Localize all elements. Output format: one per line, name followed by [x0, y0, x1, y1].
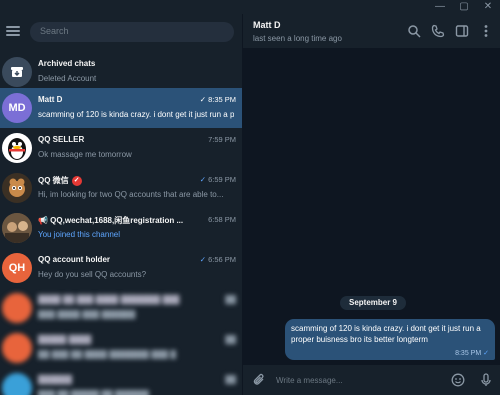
penguin-icon	[2, 133, 32, 163]
chat-time: ✓ 6:56 PM	[199, 255, 236, 264]
chat-preview: ███ ██ █████ ██ ██████	[38, 390, 149, 395]
chat-item-matt-d[interactable]: MD Matt D ✓ 8:35 PM scamming of 120 is ki…	[0, 88, 242, 128]
chat-time: ✓ 6:59 PM	[199, 175, 236, 184]
chat-time: ██	[225, 375, 236, 384]
chat-item-blurred[interactable]: █████ ████ ██ ██ ███ ██ ████ ███████ ███…	[0, 328, 242, 368]
message-composer: Write a message...	[243, 366, 500, 395]
search-placeholder: Search	[40, 26, 69, 36]
avatar	[2, 213, 32, 243]
chat-preview: You joined this channel	[38, 230, 120, 239]
attach-icon[interactable]	[252, 373, 266, 387]
avatar	[2, 333, 32, 363]
chat-preview: ██ ███ ██ ████ ███████ ███ █	[38, 350, 177, 359]
date-separator: September 9	[340, 296, 406, 310]
chat-item-blurred[interactable]: ██████ ██ ███ ██ █████ ██ ██████	[0, 368, 242, 395]
chat-name: ██████	[38, 375, 73, 384]
chat-name: Matt D	[38, 95, 63, 104]
chat-time: ✓ 8:35 PM	[199, 95, 236, 104]
close-button[interactable]: ✕	[476, 0, 500, 14]
chat-time: 6:58 PM	[208, 215, 236, 224]
outgoing-message[interactable]: scamming of 120 is kinda crazy. i dont g…	[285, 319, 495, 360]
last-seen-status: last seen a long time ago	[253, 34, 342, 43]
emoji-icon[interactable]	[451, 373, 465, 387]
chat-time: 7:59 PM	[208, 135, 236, 144]
message-time: 8:35 PM ✓	[455, 350, 489, 357]
chat-name: QQ account holder	[38, 255, 111, 264]
read-check-icon: ✓	[483, 350, 489, 357]
more-options-icon[interactable]	[479, 24, 493, 38]
chat-preview: scamming of 120 is kinda crazy. i dont g…	[38, 110, 234, 119]
avatar	[2, 373, 32, 395]
microphone-icon[interactable]	[479, 373, 493, 387]
chat-preview: Hi, im looking for two QQ accounts that …	[38, 190, 224, 199]
chat-item-archived[interactable]: Archived chats Deleted Account	[0, 52, 242, 92]
maximize-button[interactable]: ▢	[452, 0, 476, 14]
chat-name: ████ ██ ███ ████ ███████ ███	[38, 295, 180, 304]
sidebar-toggle-icon[interactable]	[455, 24, 469, 38]
chat-list-sidebar: Search Archived chats Deleted Account MD…	[0, 14, 243, 395]
read-check-icon: ✓	[199, 95, 207, 104]
chat-title[interactable]: Matt D	[253, 20, 281, 30]
chat-name: Archived chats	[38, 59, 96, 68]
chat-time: ██	[225, 335, 236, 344]
message-area[interactable]: September 9 scamming of 120 is kinda cra…	[243, 49, 500, 365]
chat-item-blurred[interactable]: ████ ██ ███ ████ ███████ ███ ██ ███ ████…	[0, 288, 242, 328]
message-input[interactable]: Write a message...	[276, 376, 343, 385]
chat-name: █████ ████	[38, 335, 92, 344]
verified-icon: ✓	[71, 175, 82, 186]
chat-item-qq-account-holder[interactable]: QH QQ account holder ✓ 6:56 PM Hey do you…	[0, 248, 242, 288]
chat-preview: ███ ████ ███ ██████	[38, 310, 136, 319]
chat-header: Matt D last seen a long time ago	[243, 14, 500, 49]
minimize-button[interactable]: —	[428, 0, 452, 14]
menu-icon[interactable]	[6, 26, 20, 36]
avatar	[2, 173, 32, 203]
search-input[interactable]: Search	[30, 22, 234, 42]
chat-preview: Ok massage me tomorrow	[38, 150, 132, 159]
phone-icon[interactable]	[431, 24, 445, 38]
read-check-icon: ✓	[199, 175, 207, 184]
message-text: scamming of 120 is kinda crazy. i dont g…	[291, 324, 481, 344]
chat-preview: Hey do you sell QQ accounts?	[38, 270, 147, 279]
read-check-icon: ✓	[199, 255, 207, 264]
chat-name: 📢 QQ,wechat,1688,闲鱼registration ...	[38, 216, 184, 225]
avatar	[2, 293, 32, 323]
avatar: MD	[2, 93, 32, 123]
chat-item-channel[interactable]: 📢 QQ,wechat,1688,闲鱼registration ... 6:58…	[0, 208, 242, 248]
search-icon[interactable]	[407, 24, 421, 38]
chat-preview: Deleted Account	[38, 74, 97, 83]
avatar: QH	[2, 253, 32, 283]
chat-name: QQ 微信 ✓	[38, 175, 82, 186]
title-bar: — ▢ ✕	[0, 0, 500, 14]
chat-item-qq-seller[interactable]: QQ SELLER 7:59 PM Ok massage me tomorrow	[0, 128, 242, 168]
chat-name: QQ SELLER	[38, 135, 85, 144]
chat-item-qq-weixin[interactable]: QQ 微信 ✓ ✓ 6:59 PM Hi, im looking for two Q…	[0, 168, 242, 208]
archive-icon	[2, 57, 32, 87]
chat-time: ██	[225, 295, 236, 304]
